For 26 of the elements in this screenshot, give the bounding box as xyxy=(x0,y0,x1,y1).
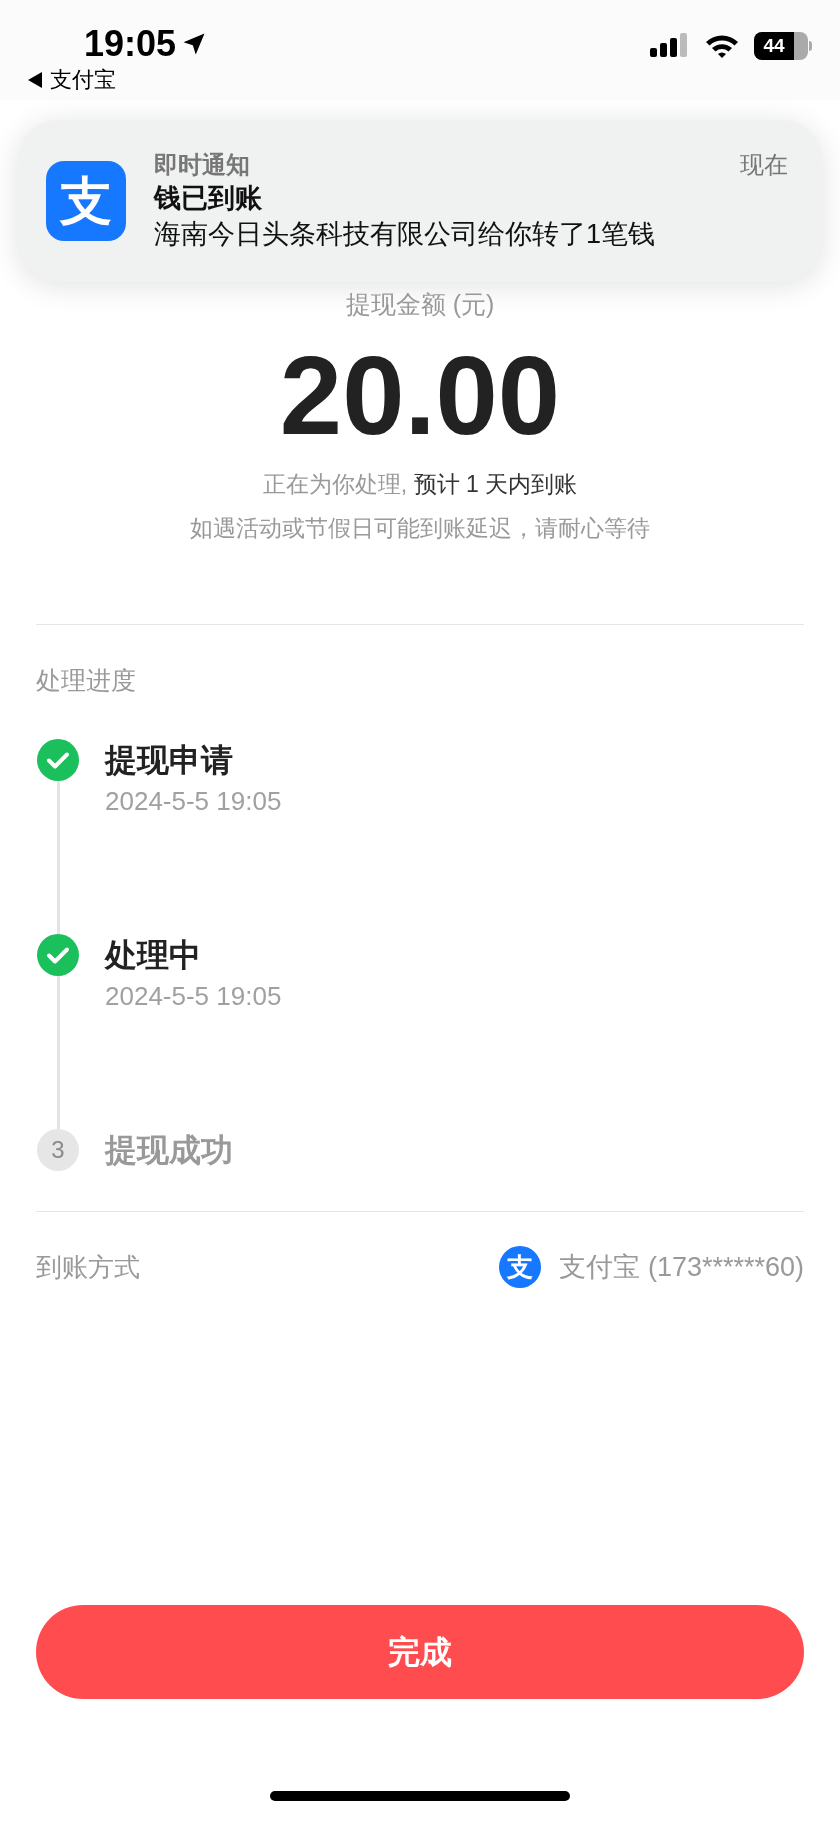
notification-title: 钱已到账 xyxy=(154,182,263,215)
section-title: 处理进度 xyxy=(36,665,137,696)
step-number: 3 xyxy=(37,1129,79,1171)
step-title: 提现成功 xyxy=(105,1131,233,1170)
method-label: 到账方式 xyxy=(36,1251,140,1284)
step-time: 2024-5-5 19:05 xyxy=(105,785,282,818)
notification-banner[interactable]: 支 即时通知 现在 钱已到账 海南今日头条科技有限公司给你转了1笔钱 xyxy=(18,120,822,282)
delay-note: 如遇活动或节假日可能到账延迟，请耐心等待 xyxy=(190,514,650,543)
signal-icon xyxy=(650,33,690,59)
back-to-app-link[interactable]: 支付宝 xyxy=(28,66,209,94)
wifi-icon xyxy=(704,33,740,59)
notification-app-name: 即时通知 xyxy=(154,150,250,180)
step-time: 2024-5-5 19:05 xyxy=(105,980,282,1013)
app-logo-icon: 支 xyxy=(46,161,126,241)
step-title: 提现申请 xyxy=(105,741,234,780)
notification-body: 海南今日头条科技有限公司给你转了1笔钱 xyxy=(154,218,657,251)
step-title: 处理中 xyxy=(105,936,202,975)
clock-time: 19:05 xyxy=(84,24,177,64)
battery-percent: 44 xyxy=(763,34,785,58)
amount-label: 提现金额 (元) xyxy=(345,289,495,320)
method-value: 支付宝 (173******60) xyxy=(559,1251,804,1284)
processing-note: 正在为你处理, 预计 1 天内到账 xyxy=(262,470,578,499)
alipay-logo-icon: 支 xyxy=(499,1246,542,1288)
back-triangle-icon xyxy=(28,72,42,88)
amount-value: 20.00 xyxy=(279,334,561,458)
notification-time: 现在 xyxy=(740,150,788,180)
